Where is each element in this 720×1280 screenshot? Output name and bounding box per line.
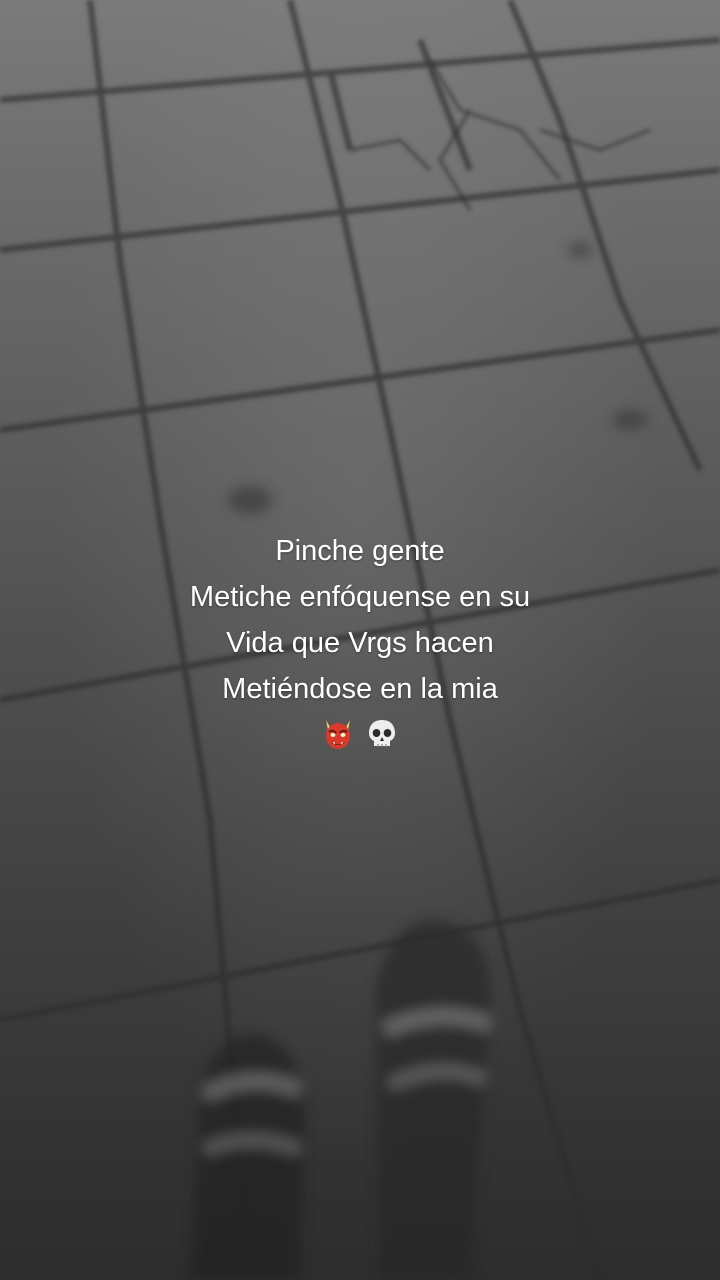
caption-text: Pinche gente Metiche enfóquense en su Vi…: [60, 528, 660, 752]
caption-line-4: Metiéndose en la mia: [222, 673, 498, 705]
caption-line-2: Metiche enfóquense en su: [189, 581, 531, 613]
caption-line-3: Vida que Vrgs hacen: [226, 627, 494, 659]
skull-icon: [369, 720, 395, 747]
devil-mask-icon: [326, 720, 350, 749]
emoji-row: [60, 716, 660, 752]
caption-line-1: Pinche gente: [275, 535, 445, 567]
background-photo: Pinche gente Metiche enfóquense en su Vi…: [0, 0, 720, 1280]
